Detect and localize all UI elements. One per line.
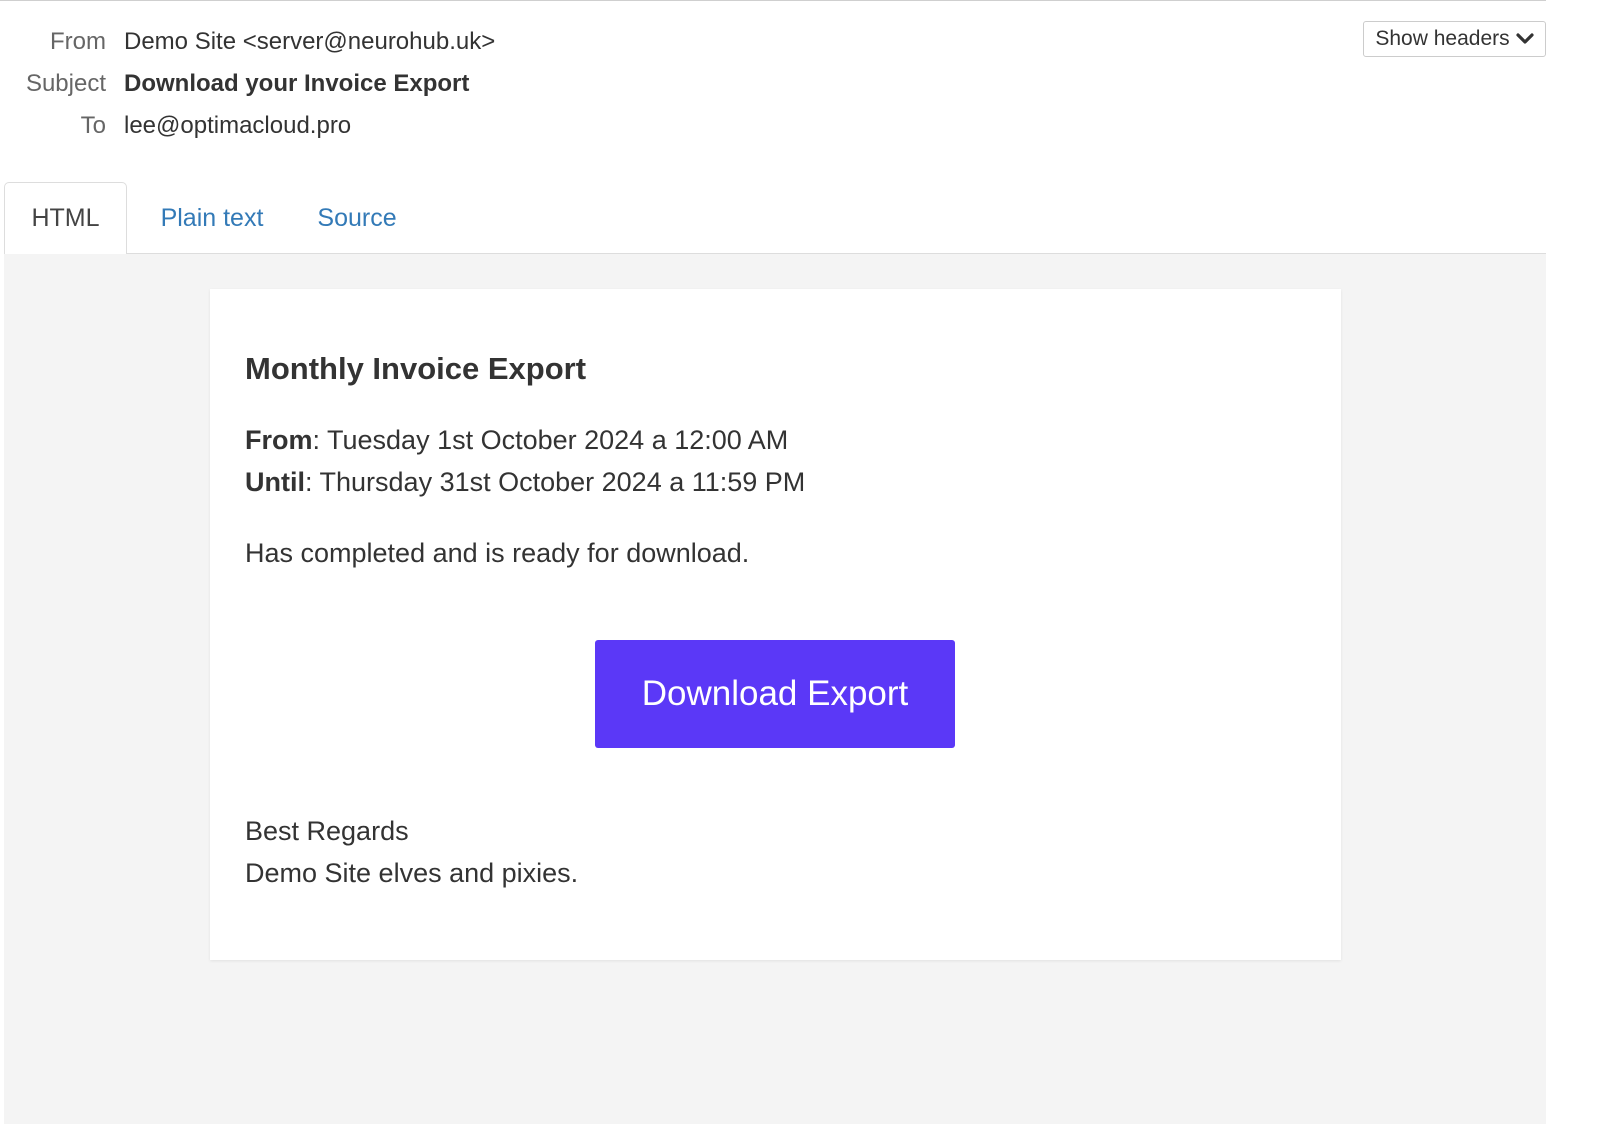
header-subject-row: Subject Download your Invoice Export (0, 68, 469, 100)
period-from-line: From: Tuesday 1st October 2024 a 12:00 A… (245, 425, 788, 456)
regards-text: Best Regards (245, 816, 409, 846)
period-from-value: : Tuesday 1st October 2024 a 12:00 AM (312, 425, 789, 455)
tab-source[interactable]: Source (304, 182, 410, 254)
subject-label: Subject (25, 70, 106, 97)
from-label: From (50, 28, 106, 55)
status-text: Has completed and is ready for download. (245, 538, 750, 568)
view-tabs: HTML Plain text Source (4, 182, 1546, 255)
email-title: Monthly Invoice Export (245, 351, 587, 386)
tab-plain-text[interactable]: Plain text (140, 182, 284, 254)
period-until-value: : Thursday 31st October 2024 a 11:59 PM (305, 467, 806, 497)
download-export-button[interactable]: Download Export (595, 640, 955, 748)
period-until-label: Until (245, 467, 305, 497)
header-to-row: To lee@optimacloud.pro (0, 110, 352, 142)
period-until-line: Until: Thursday 31st October 2024 a 11:5… (245, 467, 805, 498)
email-body-area: Monthly Invoice Export From: Tuesday 1st… (4, 254, 1546, 1124)
signature-text: Demo Site elves and pixies. (245, 858, 579, 888)
show-headers-label: Show headers (1375, 27, 1510, 50)
to-value: lee@optimacloud.pro (124, 112, 352, 139)
email-viewer: From Demo Site <server@neurohub.uk> Subj… (0, 0, 1598, 1146)
header-from-row: From Demo Site <server@neurohub.uk> (0, 26, 495, 58)
period-from-label: From (245, 425, 313, 455)
subject-value: Download your Invoice Export (124, 70, 470, 97)
show-headers-button[interactable]: Show headers (1363, 21, 1546, 57)
chevron-down-icon (1516, 33, 1534, 44)
top-divider (0, 0, 1546, 1)
email-card: Monthly Invoice Export From: Tuesday 1st… (210, 289, 1341, 960)
from-value: Demo Site <server@neurohub.uk> (124, 28, 496, 55)
tab-html[interactable]: HTML (4, 182, 127, 255)
to-label: To (80, 112, 106, 139)
